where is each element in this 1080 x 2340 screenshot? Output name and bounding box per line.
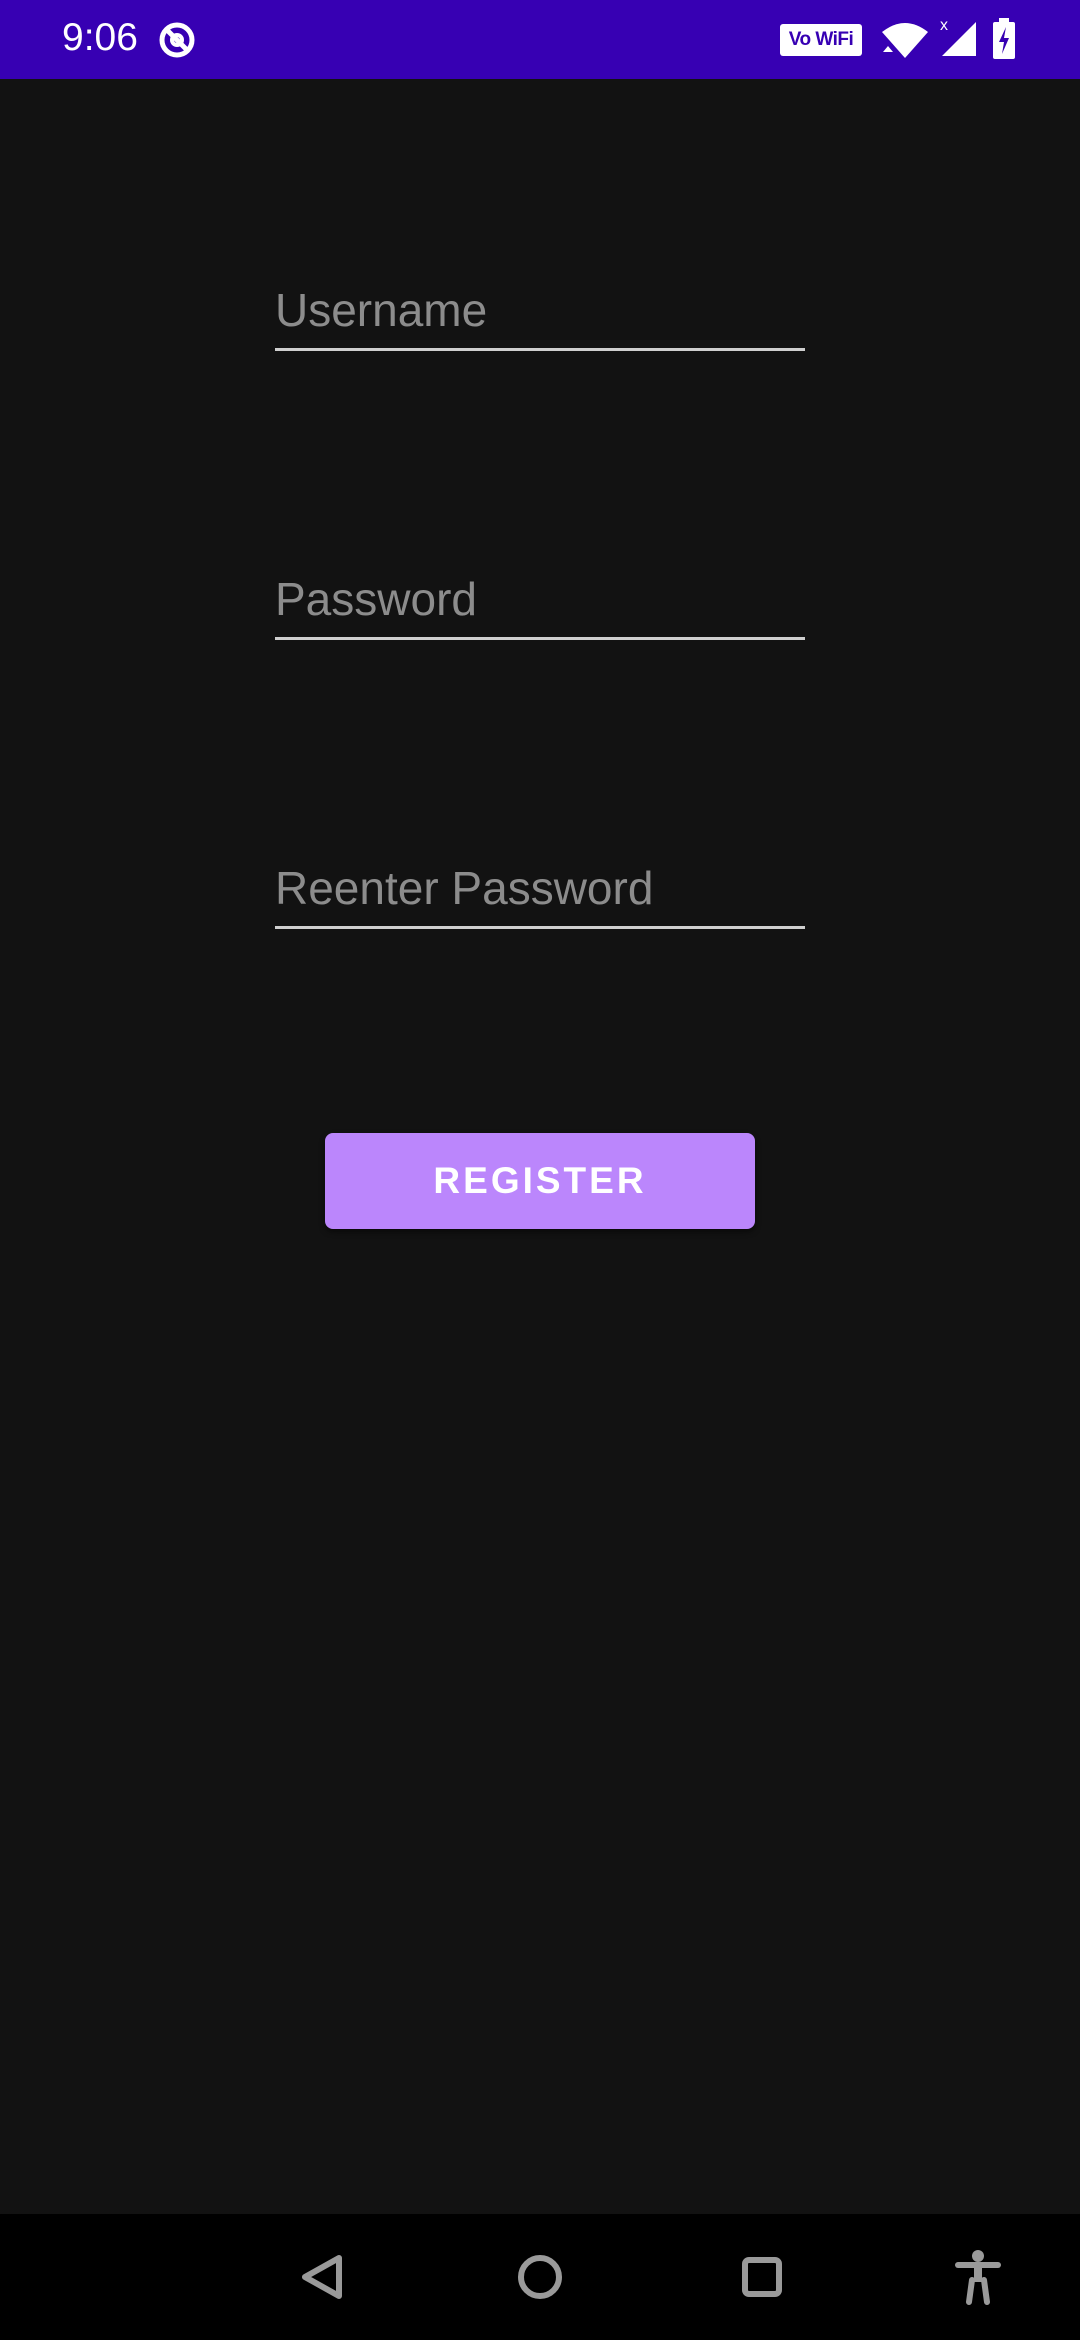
register-screen: 9:06 Vo WiFi x REGISTER — [0, 0, 1080, 2340]
navigation-bar — [0, 2214, 1080, 2340]
battery-charging-icon — [993, 18, 1015, 59]
recents-icon[interactable] — [699, 2214, 825, 2340]
password-field[interactable] — [275, 557, 805, 640]
accessibility-icon[interactable] — [915, 2214, 1041, 2340]
password-input[interactable] — [275, 569, 805, 629]
home-icon[interactable] — [477, 2214, 603, 2340]
register-button[interactable]: REGISTER — [325, 1133, 755, 1229]
username-input[interactable] — [275, 280, 805, 340]
username-field[interactable] — [275, 268, 805, 351]
wifi-icon — [882, 23, 928, 58]
vowifi-icon: Vo WiFi — [780, 24, 862, 56]
back-icon[interactable] — [257, 2214, 383, 2340]
reenter-password-field[interactable] — [275, 846, 805, 929]
status-time: 9:06 — [62, 16, 138, 59]
at-sign-icon — [159, 22, 195, 58]
status-bar: 9:06 Vo WiFi x — [0, 0, 1080, 79]
signal-icon: x — [940, 17, 976, 56]
svg-text:x: x — [940, 17, 948, 34]
reenter-password-input[interactable] — [275, 858, 805, 918]
